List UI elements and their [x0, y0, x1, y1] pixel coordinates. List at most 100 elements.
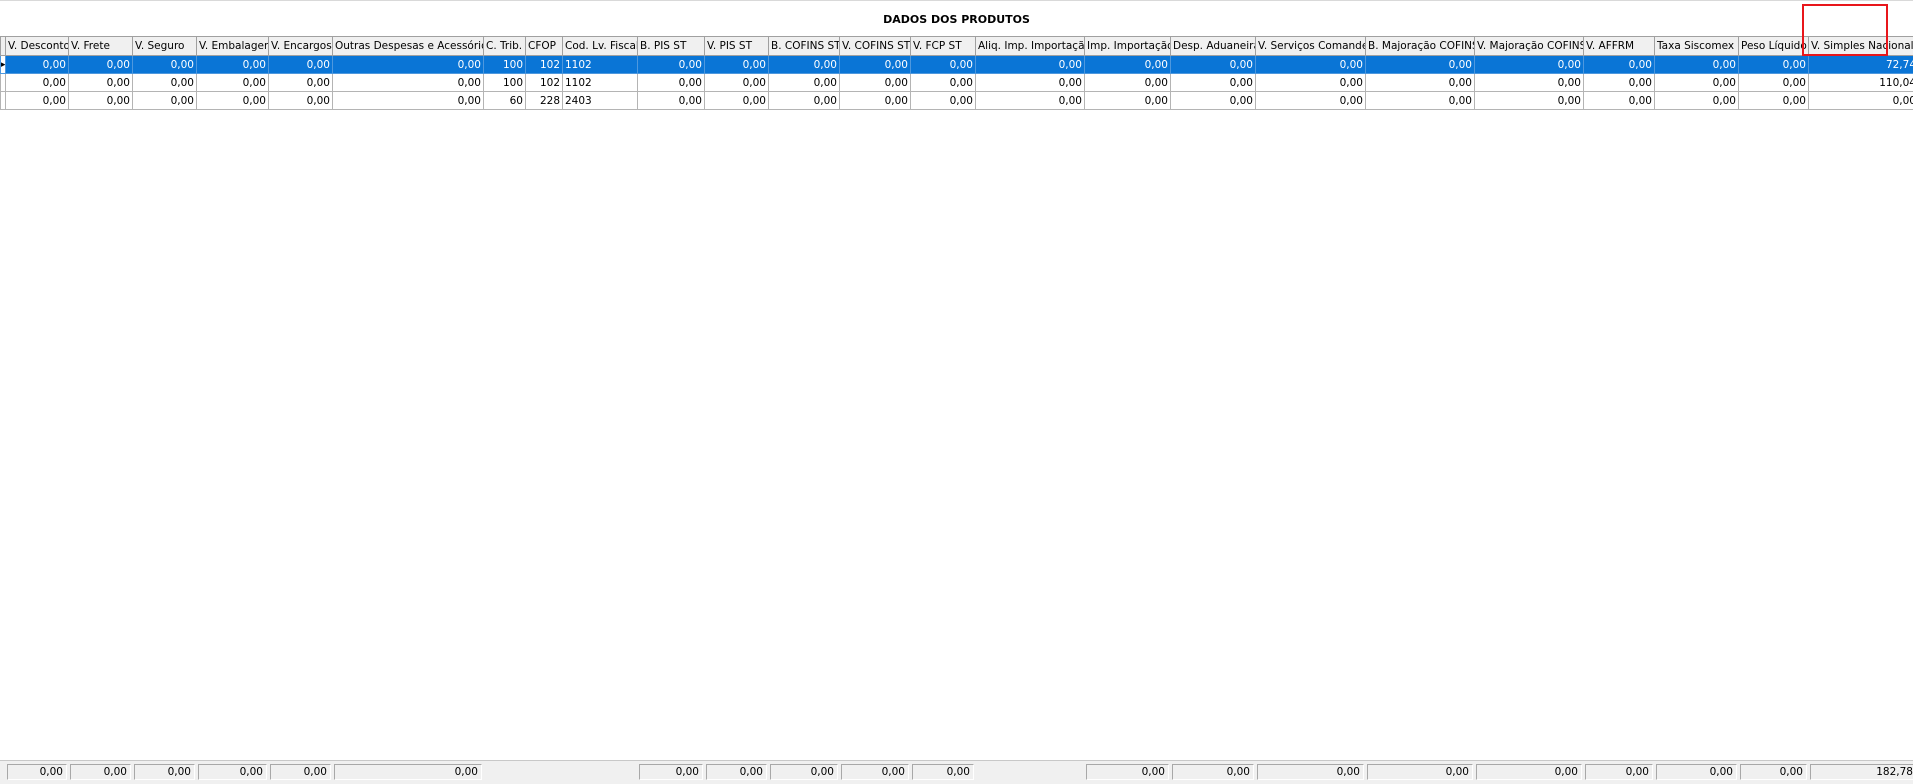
- table-cell[interactable]: 0,00: [705, 92, 769, 110]
- table-row[interactable]: ▸0,000,000,000,000,000,0010010211020,000…: [1, 56, 1913, 74]
- table-cell[interactable]: 0,00: [769, 74, 840, 92]
- column-header[interactable]: V. Frete: [69, 37, 133, 56]
- table-row[interactable]: 0,000,000,000,000,000,006022824030,000,0…: [1, 92, 1913, 110]
- table-cell[interactable]: 0,00: [6, 56, 69, 74]
- column-header[interactable]: Cod. Lv. Fiscal: [563, 37, 638, 56]
- column-header[interactable]: V. Seguro: [133, 37, 197, 56]
- table-cell[interactable]: 0,00: [69, 56, 133, 74]
- table-cell[interactable]: 0,00: [1739, 56, 1809, 74]
- table-cell[interactable]: 0,00: [333, 92, 484, 110]
- table-cell[interactable]: 0,00: [1809, 92, 1913, 110]
- table-cell[interactable]: 0,00: [269, 74, 333, 92]
- table-cell[interactable]: 0,00: [1171, 56, 1256, 74]
- column-header[interactable]: Aliq. Imp. Importação: [976, 37, 1085, 56]
- table-cell[interactable]: 2403: [563, 92, 638, 110]
- table-cell[interactable]: 0,00: [1655, 92, 1739, 110]
- table-cell[interactable]: 0,00: [1256, 74, 1366, 92]
- column-header[interactable]: Taxa Siscomex: [1655, 37, 1739, 56]
- table-cell[interactable]: 0,00: [1475, 56, 1584, 74]
- table-cell[interactable]: 0,00: [1584, 92, 1655, 110]
- column-header[interactable]: B. Majoração COFINS: [1366, 37, 1475, 56]
- table-cell[interactable]: 0,00: [1475, 74, 1584, 92]
- table-cell[interactable]: 0,00: [705, 74, 769, 92]
- table-cell[interactable]: 0,00: [1366, 92, 1475, 110]
- table-cell[interactable]: 0,00: [840, 92, 911, 110]
- column-header[interactable]: V. Serviços Comander: [1256, 37, 1366, 56]
- table-cell[interactable]: 0,00: [6, 74, 69, 92]
- table-cell[interactable]: 228: [526, 92, 563, 110]
- table-cell[interactable]: 0,00: [197, 74, 269, 92]
- table-cell[interactable]: 0,00: [1085, 74, 1171, 92]
- table-cell[interactable]: 0,00: [1475, 92, 1584, 110]
- column-header[interactable]: B. PIS ST: [638, 37, 705, 56]
- table-cell[interactable]: 0,00: [197, 56, 269, 74]
- column-header[interactable]: V. AFFRM: [1584, 37, 1655, 56]
- table-cell[interactable]: 0,00: [1739, 92, 1809, 110]
- table-cell[interactable]: 0,00: [976, 56, 1085, 74]
- table-cell[interactable]: 0,00: [1366, 74, 1475, 92]
- table-cell[interactable]: 102: [526, 74, 563, 92]
- table-cell[interactable]: 0,00: [1256, 92, 1366, 110]
- table-cell[interactable]: 0,00: [1171, 92, 1256, 110]
- table-cell[interactable]: 110,04: [1809, 74, 1913, 92]
- table-cell[interactable]: 0,00: [638, 74, 705, 92]
- table-cell[interactable]: 0,00: [333, 56, 484, 74]
- table-cell[interactable]: 0,00: [1655, 56, 1739, 74]
- table-cell[interactable]: 0,00: [638, 92, 705, 110]
- table-cell[interactable]: 0,00: [1085, 92, 1171, 110]
- table-cell[interactable]: 0,00: [6, 92, 69, 110]
- total-field: 0,00: [912, 764, 974, 780]
- table-cell[interactable]: 1102: [563, 74, 638, 92]
- table-cell[interactable]: 0,00: [1171, 74, 1256, 92]
- table-cell[interactable]: 100: [484, 56, 526, 74]
- table-cell[interactable]: 0,00: [1584, 74, 1655, 92]
- table-cell[interactable]: 60: [484, 92, 526, 110]
- table-row[interactable]: 0,000,000,000,000,000,0010010211020,000,…: [1, 74, 1913, 92]
- table-cell[interactable]: 0,00: [1655, 74, 1739, 92]
- table-cell[interactable]: 0,00: [705, 56, 769, 74]
- table-cell[interactable]: 0,00: [269, 92, 333, 110]
- table-cell[interactable]: 0,00: [69, 92, 133, 110]
- products-grid[interactable]: V. DescontoV. FreteV. SeguroV. Embalagem…: [0, 36, 1913, 110]
- table-cell[interactable]: 0,00: [269, 56, 333, 74]
- table-cell[interactable]: 0,00: [840, 56, 911, 74]
- column-header[interactable]: V. FCP ST: [911, 37, 976, 56]
- column-header[interactable]: V. Desconto: [6, 37, 69, 56]
- column-header[interactable]: Outras Despesas e Acessórios: [333, 37, 484, 56]
- table-cell[interactable]: 0,00: [911, 92, 976, 110]
- column-header[interactable]: B. COFINS ST: [769, 37, 840, 56]
- table-cell[interactable]: 102: [526, 56, 563, 74]
- column-header[interactable]: V. COFINS ST: [840, 37, 911, 56]
- table-cell[interactable]: 0,00: [976, 74, 1085, 92]
- table-cell[interactable]: 0,00: [1739, 74, 1809, 92]
- column-header[interactable]: Imp. Importação: [1085, 37, 1171, 56]
- table-cell[interactable]: 72,74: [1809, 56, 1913, 74]
- table-cell[interactable]: 0,00: [133, 56, 197, 74]
- table-cell[interactable]: 0,00: [1584, 56, 1655, 74]
- table-cell[interactable]: 100: [484, 74, 526, 92]
- table-cell[interactable]: 0,00: [769, 92, 840, 110]
- column-header[interactable]: Peso Líquido: [1739, 37, 1809, 56]
- table-cell[interactable]: 0,00: [1085, 56, 1171, 74]
- table-cell[interactable]: 0,00: [133, 92, 197, 110]
- table-cell[interactable]: 0,00: [911, 74, 976, 92]
- table-cell[interactable]: 0,00: [1256, 56, 1366, 74]
- table-cell[interactable]: 1102: [563, 56, 638, 74]
- table-cell[interactable]: 0,00: [333, 74, 484, 92]
- column-header[interactable]: C. Trib.: [484, 37, 526, 56]
- column-header[interactable]: V. Embalagem: [197, 37, 269, 56]
- table-cell[interactable]: 0,00: [69, 74, 133, 92]
- column-header[interactable]: Desp. Aduaneira: [1171, 37, 1256, 56]
- table-cell[interactable]: 0,00: [911, 56, 976, 74]
- column-header[interactable]: V. PIS ST: [705, 37, 769, 56]
- table-cell[interactable]: 0,00: [133, 74, 197, 92]
- column-header[interactable]: V. Encargos: [269, 37, 333, 56]
- column-header[interactable]: V. Majoração COFINS: [1475, 37, 1584, 56]
- table-cell[interactable]: 0,00: [1366, 56, 1475, 74]
- table-cell[interactable]: 0,00: [197, 92, 269, 110]
- table-cell[interactable]: 0,00: [769, 56, 840, 74]
- column-header[interactable]: CFOP: [526, 37, 563, 56]
- table-cell[interactable]: 0,00: [840, 74, 911, 92]
- table-cell[interactable]: 0,00: [638, 56, 705, 74]
- table-cell[interactable]: 0,00: [976, 92, 1085, 110]
